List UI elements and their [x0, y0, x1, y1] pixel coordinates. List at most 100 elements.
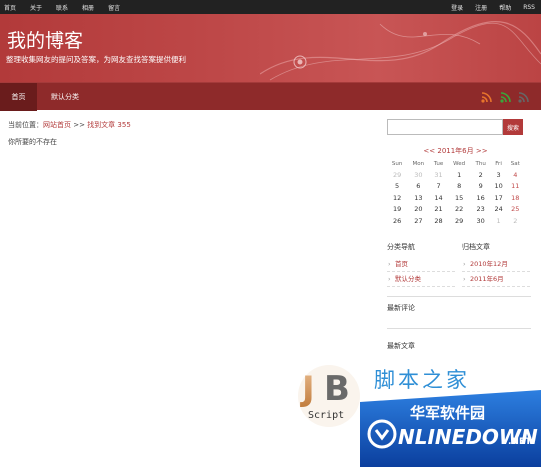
breadcrumb: 当前位置：网站首页 >> 找到文章 355: [8, 120, 131, 130]
calendar-day[interactable]: 27: [407, 215, 429, 227]
calendar-day[interactable]: 6: [407, 181, 429, 193]
category-list: 首页 默认分类: [387, 257, 455, 287]
sidebar-divider: [387, 328, 531, 329]
calendar-day[interactable]: 29: [448, 215, 471, 227]
top-link-login[interactable]: 登录: [451, 3, 463, 12]
archive-item[interactable]: 2010年12月: [462, 257, 530, 272]
calendar-day[interactable]: 14: [430, 192, 448, 204]
calendar-day[interactable]: 16: [471, 192, 491, 204]
not-found-message: 你所要的不存在: [8, 138, 57, 146]
onlinedown-logo-watermark: 华军软件园 NLINEDOWN .NET: [360, 390, 541, 467]
calendar-day[interactable]: 30: [471, 215, 491, 227]
tab-home[interactable]: 首页: [0, 83, 37, 111]
calendar-day[interactable]: 21: [430, 204, 448, 216]
breadcrumb-current[interactable]: 找到文章 355: [87, 121, 131, 129]
top-nav-right: 登录 注册 帮助 RSS: [451, 0, 535, 14]
svg-text:J: J: [300, 369, 315, 409]
calendar-day[interactable]: 19: [387, 204, 407, 216]
calendar-day[interactable]: 3: [491, 169, 507, 181]
weekday-sat: Sat: [510, 160, 520, 167]
archives-heading: 归档文章: [462, 243, 490, 251]
calendar-week-row: 19 20 21 22 23 24 25: [387, 204, 524, 216]
calendar-week-row: 26 27 28 29 30 1 2: [387, 215, 524, 227]
weekday-fri: Fri: [495, 160, 502, 167]
rss-orange-icon[interactable]: [481, 91, 493, 103]
calendar-day[interactable]: 8: [448, 181, 471, 193]
calendar-prev-link[interactable]: <<: [423, 147, 435, 155]
calendar-day[interactable]: 15: [448, 192, 471, 204]
calendar-week-row: 29 30 31 1 2 3 4: [387, 169, 524, 181]
calendar-day[interactable]: 28: [430, 215, 448, 227]
calendar-day[interactable]: 24: [491, 204, 507, 216]
site-header: 我的博客 整理收集网友的提问及答案，为网友查找答案提供便利: [0, 14, 541, 82]
calendar-day[interactable]: 20: [407, 204, 429, 216]
top-link-register[interactable]: 注册: [475, 3, 487, 12]
calendar: Sun Mon Tue Wed Thu Fri Sat 29 30 31 1 2 3 4 5 6…: [387, 158, 524, 227]
top-bar: 首页 关于 联系 相册 留言 登录 注册 帮助 RSS: [0, 0, 541, 14]
calendar-day[interactable]: 13: [407, 192, 429, 204]
onlinedown-suffix: .NET: [508, 437, 532, 447]
calendar-day[interactable]: 29: [387, 169, 407, 181]
archive-list: 2010年12月 2011年6月: [462, 257, 530, 287]
calendar-week-row: 5 6 7 8 9 10 11: [387, 181, 524, 193]
top-link-rss[interactable]: RSS: [523, 4, 535, 11]
category-item[interactable]: 首页: [387, 257, 455, 272]
site-title[interactable]: 我的博客: [7, 26, 83, 53]
calendar-day[interactable]: 2: [507, 215, 524, 227]
calendar-day[interactable]: 23: [471, 204, 491, 216]
calendar-weekday-row: Sun Mon Tue Wed Thu Fri Sat: [387, 158, 524, 169]
categories-heading: 分类导航: [387, 243, 415, 251]
weekday-tue: Tue: [433, 160, 444, 167]
calendar-day[interactable]: 5: [387, 181, 407, 193]
calendar-day[interactable]: 17: [491, 192, 507, 204]
top-nav-left: 首页 关于 联系 相册 留言: [4, 0, 120, 14]
calendar-day[interactable]: 18: [507, 192, 524, 204]
calendar-day[interactable]: 11: [507, 181, 524, 193]
archive-item[interactable]: 2011年6月: [462, 272, 530, 287]
tab-default-category[interactable]: 默认分类: [37, 83, 93, 111]
calendar-day[interactable]: 30: [407, 169, 429, 181]
jb51-logo-watermark: J B Script: [298, 365, 360, 427]
weekday-wed: Wed: [453, 160, 466, 167]
calendar-next-link[interactable]: >>: [476, 147, 488, 155]
calendar-header: << 2011年6月 >>: [387, 146, 524, 156]
site-subtitle: 整理收集网友的提问及答案，为网友查找答案提供便利: [6, 55, 186, 64]
top-link-about[interactable]: 关于: [30, 3, 42, 12]
top-link-guestbook[interactable]: 留言: [108, 3, 120, 12]
weekday-sun: Sun: [391, 160, 403, 167]
calendar-day[interactable]: 25: [507, 204, 524, 216]
calendar-week-row: 12 13 14 15 16 17 18: [387, 192, 524, 204]
rss-gray-icon[interactable]: [518, 91, 530, 103]
jb51-script-label: Script: [308, 410, 344, 421]
rss-green-icon[interactable]: [500, 91, 512, 103]
calendar-month: 2011年6月: [437, 147, 474, 155]
calendar-day[interactable]: 7: [430, 181, 448, 193]
main-nav: 首页 默认分类: [0, 82, 541, 111]
sidebar-divider: [387, 296, 531, 297]
onlinedown-cn-name: 华军软件园: [410, 404, 485, 422]
calendar-day[interactable]: 31: [430, 169, 448, 181]
svg-text:B: B: [324, 369, 350, 409]
top-link-help[interactable]: 帮助: [499, 3, 511, 12]
top-link-album[interactable]: 相册: [82, 3, 94, 12]
calendar-day[interactable]: 12: [387, 192, 407, 204]
calendar-day[interactable]: 1: [491, 215, 507, 227]
breadcrumb-home-link[interactable]: 网站首页: [43, 121, 71, 129]
calendar-day[interactable]: 2: [471, 169, 491, 181]
recent-posts-heading: 最新文章: [387, 342, 415, 350]
recent-comments-heading: 最新评论: [387, 304, 415, 312]
calendar-day[interactable]: 9: [471, 181, 491, 193]
search-button[interactable]: 搜索: [503, 119, 523, 135]
calendar-day[interactable]: 22: [448, 204, 471, 216]
calendar-day[interactable]: 1: [448, 169, 471, 181]
header-swirl-decoration: [260, 21, 541, 81]
weekday-mon: Mon: [412, 160, 425, 167]
top-link-home[interactable]: 首页: [4, 3, 16, 12]
calendar-day[interactable]: 10: [491, 181, 507, 193]
category-item[interactable]: 默认分类: [387, 272, 455, 287]
calendar-day[interactable]: 26: [387, 215, 407, 227]
breadcrumb-separator: >>: [71, 121, 88, 129]
top-link-contact[interactable]: 联系: [56, 3, 68, 12]
calendar-day[interactable]: 4: [507, 169, 524, 181]
search-input[interactable]: [387, 119, 503, 135]
